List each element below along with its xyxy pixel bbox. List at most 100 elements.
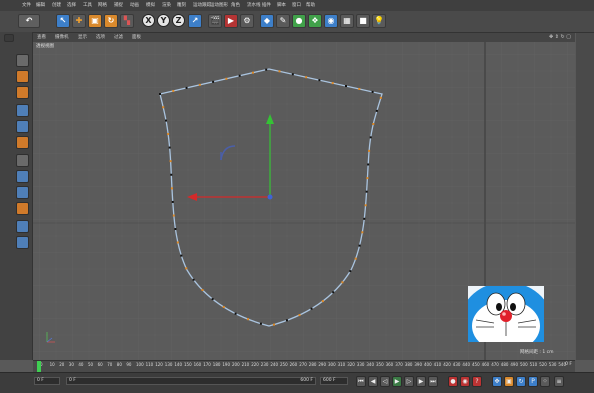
- menu-item-10[interactable]: 雕刻: [177, 2, 186, 8]
- light-button[interactable]: 💡: [372, 14, 386, 28]
- position-key-button[interactable]: ✥: [492, 376, 502, 387]
- planar-workplane-button[interactable]: [16, 236, 29, 249]
- deformer-button[interactable]: ◉: [324, 14, 338, 28]
- spline-pen-button[interactable]: ✎: [276, 14, 290, 28]
- make-editable-button[interactable]: [16, 54, 29, 67]
- go-to-start-button[interactable]: ⏮: [356, 376, 366, 387]
- previous-key-button[interactable]: ◀: [368, 376, 378, 387]
- points-mode-button[interactable]: [16, 104, 29, 117]
- timeline-playhead[interactable]: [37, 361, 41, 372]
- viewport-nav-icons[interactable]: ✥ ⇕ ↻ ▢: [549, 34, 571, 40]
- y-axis-lock-button[interactable]: Y: [157, 14, 170, 27]
- record-button[interactable]: ●: [448, 376, 458, 387]
- locked-workplane-button[interactable]: [16, 220, 29, 233]
- rotation-key-button[interactable]: ↻: [516, 376, 526, 387]
- autokey-button[interactable]: ◉: [460, 376, 470, 387]
- menu-item-8[interactable]: 模拟: [146, 2, 155, 8]
- next-key-button[interactable]: ▶: [416, 376, 426, 387]
- snap-settings-button[interactable]: [16, 186, 29, 199]
- cube-icon: ◆: [263, 16, 271, 25]
- move-tool-button[interactable]: ↖: [56, 14, 70, 28]
- timeline-menu-button[interactable]: ≡: [554, 376, 564, 387]
- model-mode-button[interactable]: [16, 86, 29, 99]
- coordinate-system-button[interactable]: ↗: [188, 14, 202, 28]
- spline-point: [354, 257, 357, 260]
- menu-item-17[interactable]: 窗口: [292, 2, 301, 8]
- param-key-icon: P: [531, 378, 535, 385]
- spline-point: [273, 323, 276, 326]
- spline-point: [364, 204, 367, 207]
- rotate-button[interactable]: ↻: [104, 14, 118, 28]
- x-axis-lock-button[interactable]: X: [142, 14, 155, 27]
- scene-button[interactable]: ▦: [340, 14, 354, 28]
- array-button[interactable]: ❖: [308, 14, 322, 28]
- menu-item-18[interactable]: 帮助: [306, 2, 315, 8]
- keyframe-selection-button[interactable]: ?: [472, 376, 482, 387]
- cube-button[interactable]: ◆: [260, 14, 274, 28]
- timeline-tick-label: 460: [481, 362, 490, 367]
- spline-point: [366, 177, 369, 180]
- spline-point: [174, 228, 177, 231]
- viewport-menu-cameras[interactable]: 摄像机: [55, 34, 69, 40]
- timeline-tick-label: 320: [347, 362, 355, 367]
- point-level-key-button[interactable]: ⁘: [540, 376, 550, 387]
- menu-item-2[interactable]: 创建: [52, 2, 61, 8]
- menu-item-9[interactable]: 渲染: [162, 2, 171, 8]
- parameter-key-button[interactable]: P: [528, 376, 538, 387]
- axis-mode-button[interactable]: [16, 154, 29, 167]
- menu-item-14[interactable]: 流水线: [247, 2, 261, 8]
- render-settings-button[interactable]: ⚙: [240, 14, 254, 28]
- menu-item-7[interactable]: 动画: [130, 2, 139, 8]
- workplane-button[interactable]: [16, 202, 29, 215]
- menu-item-6[interactable]: 捕捉: [114, 2, 123, 8]
- go-to-end-button[interactable]: ⏭: [428, 376, 438, 387]
- render-picture-viewer-button[interactable]: ▶: [224, 14, 238, 28]
- viewport-label: 透视视图: [36, 44, 54, 49]
- z-axis-lock-button[interactable]: Z: [172, 14, 185, 27]
- viewport-menu-display[interactable]: 显示: [78, 34, 87, 40]
- menu-item-5[interactable]: 网格: [98, 2, 107, 8]
- menu-item-4[interactable]: 工具: [83, 2, 92, 8]
- viewport-menu-view[interactable]: 查看: [37, 34, 46, 40]
- spline-point: [291, 73, 294, 76]
- start-frame-field[interactable]: 0 F 600 F: [66, 377, 316, 385]
- timeline-tick-label: 140: [174, 362, 183, 367]
- scale-button[interactable]: ▣: [88, 14, 102, 28]
- menu-item-1[interactable]: 编辑: [36, 2, 45, 8]
- menu-item-15[interactable]: 插件: [262, 2, 271, 8]
- move-button[interactable]: ✚: [72, 14, 86, 28]
- enable-snap-button[interactable]: [16, 170, 29, 183]
- timeline-tick-label: 300: [328, 362, 336, 367]
- current-frame-field[interactable]: 0 F: [34, 377, 60, 385]
- undo-button[interactable]: ↶: [18, 14, 40, 28]
- play-button[interactable]: ▶: [392, 376, 402, 387]
- texture-mode-button[interactable]: [16, 70, 29, 83]
- edges-mode-button[interactable]: [16, 120, 29, 133]
- scale-key-button[interactable]: ▣: [504, 376, 514, 387]
- undo-icon: ↶: [25, 16, 33, 25]
- menu-item-12[interactable]: 运动图形: [210, 2, 228, 8]
- next-frame-button[interactable]: ▷: [404, 376, 414, 387]
- nurbs-icon: ●: [295, 16, 303, 25]
- recent-tool-button[interactable]: ▚: [120, 14, 134, 28]
- timeline-tick-label: 430: [452, 362, 461, 367]
- menu-item-3[interactable]: 选择: [67, 2, 76, 8]
- spline-point: [349, 270, 352, 273]
- polygons-mode-button[interactable]: [16, 136, 29, 149]
- viewport-menu-filter[interactable]: 过滤: [114, 34, 123, 40]
- layout-button[interactable]: [4, 34, 14, 42]
- spline-point: [298, 314, 301, 317]
- end-frame-field[interactable]: 600 F: [320, 377, 348, 385]
- camera-button[interactable]: ■: [356, 14, 370, 28]
- menu-item-16[interactable]: 脚本: [277, 2, 286, 8]
- spline-point: [180, 254, 183, 257]
- menu-item-13[interactable]: 角色: [231, 2, 240, 8]
- previous-frame-button[interactable]: ◁: [380, 376, 390, 387]
- scene-icon: ▦: [343, 16, 351, 25]
- render-view-button[interactable]: 🎬: [208, 14, 222, 28]
- viewport-menu-panel[interactable]: 面板: [132, 34, 141, 40]
- menu-item-11[interactable]: 运动跟踪: [193, 2, 211, 8]
- menu-item-0[interactable]: 文件: [22, 2, 31, 8]
- nurbs-button[interactable]: ●: [292, 14, 306, 28]
- viewport-menu-options[interactable]: 选项: [96, 34, 105, 40]
